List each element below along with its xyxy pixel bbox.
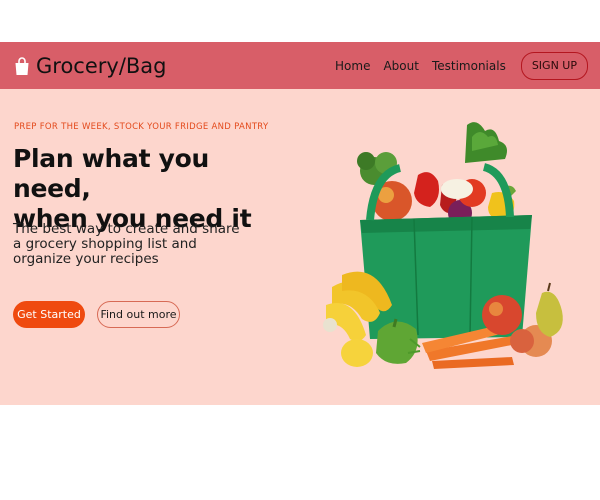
hero-eyebrow: PREP FOR THE WEEK, STOCK YOUR FRIDGE AND… [14,122,269,132]
find-out-more-button[interactable]: Find out more [97,301,180,328]
get-started-button[interactable]: Get Started [13,301,85,328]
shopping-bag-icon [14,56,30,76]
hero-headline-line1: Plan what you need, [13,144,210,203]
brand-logo[interactable]: Grocery/Bag [14,42,167,89]
hero-subtext: The best way to create and share a groce… [13,221,240,267]
nav-about-link[interactable]: About [383,59,418,73]
nav-home-link[interactable]: Home [335,59,370,73]
page: Grocery/Bag Home About Testimonials SIGN… [0,0,600,500]
hero-section: PREP FOR THE WEEK, STOCK YOUR FRIDGE AND… [0,89,600,405]
nav-links: Home About Testimonials SIGN UP [335,42,588,89]
nav-testimonials-link[interactable]: Testimonials [432,59,506,73]
signup-button[interactable]: SIGN UP [520,51,588,80]
grocery-bag-illustration [322,115,572,383]
navbar: Grocery/Bag Home About Testimonials SIGN… [0,42,600,89]
brand-name: Grocery/Bag [36,53,167,78]
